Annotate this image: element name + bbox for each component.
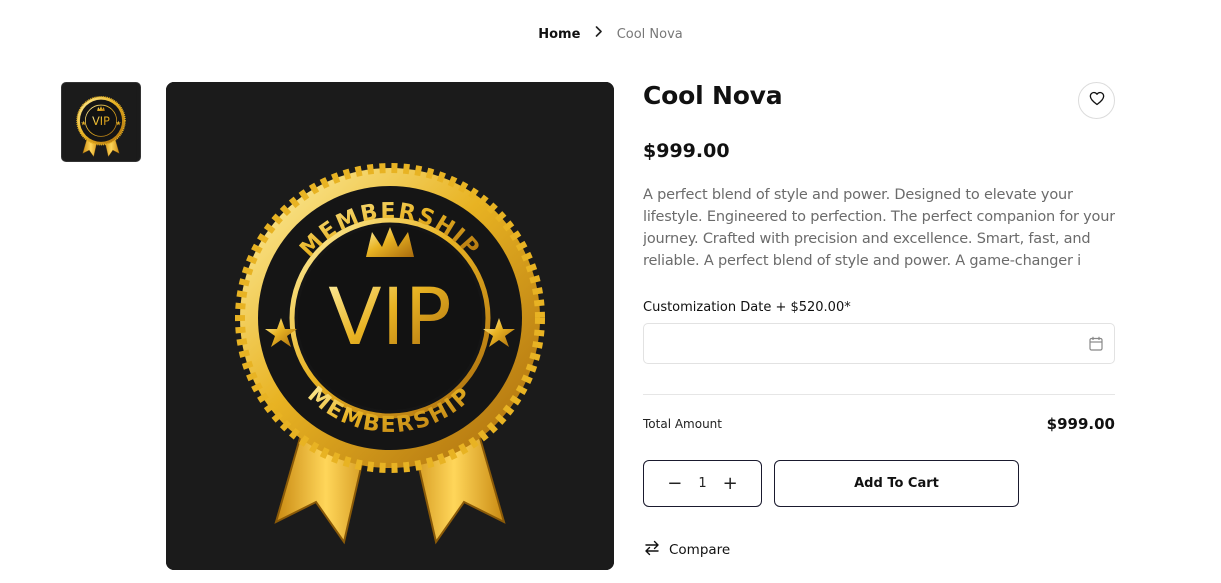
breadcrumb-home-link[interactable]: Home [538,27,580,42]
quantity-value: 1 [698,476,707,491]
calendar-icon[interactable] [1089,336,1103,355]
total-amount-label: Total Amount [643,417,722,431]
product-info: Cool Nova $999.00 A perfect blend of sty… [643,82,1115,560]
customization-date-field[interactable] [643,323,1115,364]
product-title: Cool Nova [643,81,783,110]
customization-date-input[interactable] [644,324,1114,363]
quantity-decrease-button[interactable]: − [665,474,685,493]
chevron-right-icon [595,26,603,40]
compare-arrows-icon [643,540,661,560]
quantity-increase-button[interactable]: + [720,474,740,493]
vip-text: VIP [328,273,451,363]
compare-button[interactable]: Compare [643,540,763,560]
wishlist-button[interactable] [1078,82,1115,119]
total-amount-value: $999.00 [1046,415,1115,433]
product-thumbnail[interactable]: VIP [61,82,141,162]
vip-text: VIP [92,115,110,128]
purchase-actions: − 1 + Add To Cart [643,460,1115,507]
quantity-stepper[interactable]: − 1 + [643,460,762,507]
breadcrumb: Home Cool Nova [0,26,1221,42]
divider [643,394,1115,395]
total-amount-row: Total Amount $999.00 [643,415,1115,433]
add-to-cart-button[interactable]: Add To Cart [774,460,1019,507]
product-description: A perfect blend of style and power. Desi… [643,187,1115,269]
heart-icon [1089,91,1105,110]
compare-label: Compare [669,542,731,558]
product-main-image: MEMBERSHIP MEMBERSHIP VIP [166,82,614,570]
breadcrumb-current: Cool Nova [616,27,683,42]
customization-date-label: Customization Date + $520.00* [643,300,851,315]
product-price: $999.00 [643,140,730,162]
